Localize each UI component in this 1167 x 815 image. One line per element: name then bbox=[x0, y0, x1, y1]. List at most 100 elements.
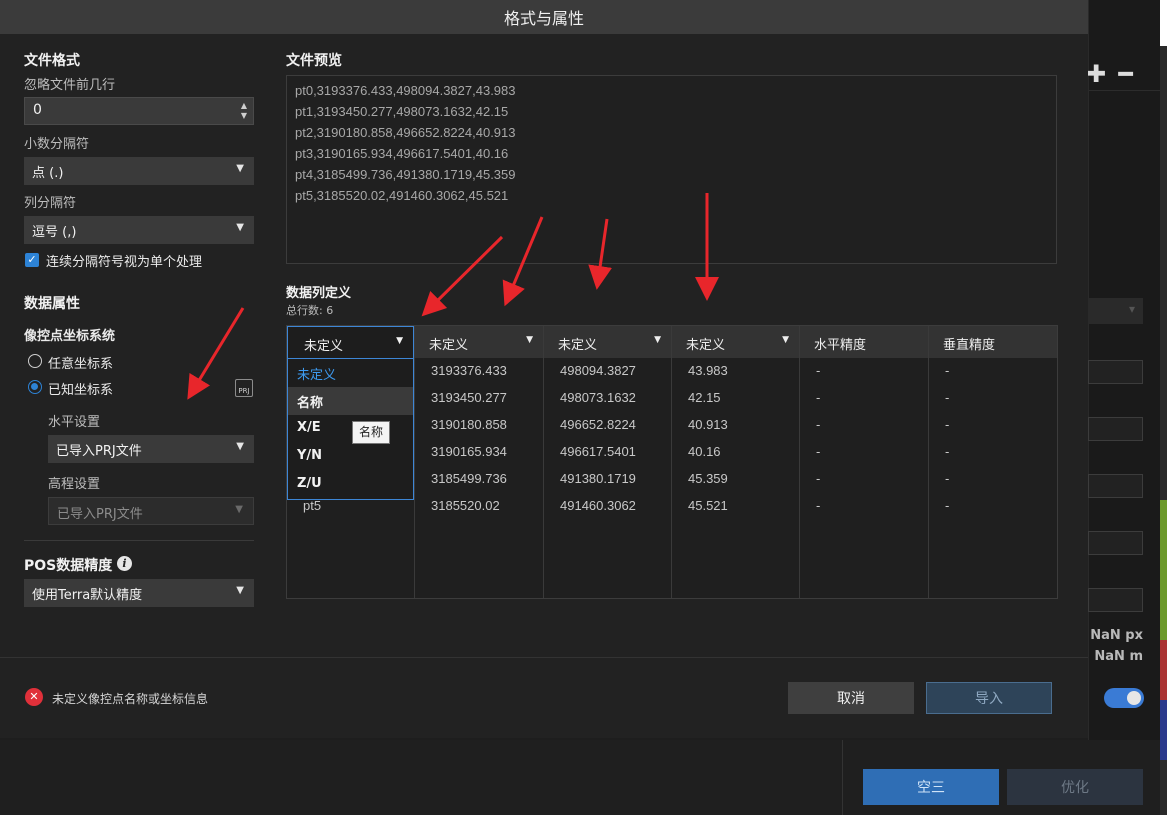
radio-known-crs-label: 已知坐标系 bbox=[48, 383, 114, 398]
radio-known-crs[interactable] bbox=[28, 380, 42, 394]
panel-field[interactable] bbox=[1088, 474, 1143, 498]
column-type-select-2[interactable]: 未定义 ▼ bbox=[544, 326, 671, 358]
grid-cell: - bbox=[816, 471, 821, 486]
format-properties-dialog: 格式与属性 文件格式 忽略文件前几行 0 ▲ ▼ 小数分隔符 点 (.) ▼ 列分… bbox=[0, 0, 1088, 738]
panel-toggle[interactable] bbox=[1104, 688, 1144, 708]
grid-cell: 3190165.934 bbox=[431, 444, 507, 459]
horizontal-settings-label: 水平设置 bbox=[48, 415, 101, 430]
panel-field[interactable] bbox=[1088, 360, 1143, 384]
column-type-value: 未定义 bbox=[429, 338, 469, 353]
column-type-select-3[interactable]: 未定义 ▼ bbox=[672, 326, 799, 358]
edge-strip bbox=[1160, 0, 1167, 815]
panel-field[interactable] bbox=[1088, 417, 1143, 441]
column-type-dropdown[interactable]: 未定义 ▼ 未定义 名称 X/E Y/N Z/U bbox=[287, 326, 414, 500]
radio-any-crs-label: 任意坐标系 bbox=[48, 357, 114, 372]
footer-divider bbox=[0, 657, 1088, 658]
column-type-select-1[interactable]: 未定义 ▼ bbox=[415, 326, 543, 358]
dialog-title: 格式与属性 bbox=[0, 0, 1088, 34]
file-preview-title: 文件预览 bbox=[286, 53, 342, 69]
crs-label: 像控点坐标系统 bbox=[24, 329, 116, 344]
grid-cell: 3193450.277 bbox=[431, 390, 507, 405]
stepper-icon[interactable]: ▲ ▼ bbox=[241, 101, 247, 121]
dropdown-option-x[interactable]: X/E bbox=[288, 415, 413, 443]
grid-cell: - bbox=[816, 390, 821, 405]
dropdown-option-z[interactable]: Z/U bbox=[288, 471, 413, 499]
column-header-label: 垂直精度 bbox=[943, 338, 996, 353]
grid-cell: 491460.3062 bbox=[560, 498, 636, 513]
grid-column-2: 未定义 ▼ 498094.3827 498073.1632 496652.822… bbox=[544, 326, 672, 598]
grid-cell: - bbox=[945, 444, 950, 459]
info-icon[interactable]: i bbox=[117, 556, 132, 571]
horizontal-settings-select[interactable]: 已导入PRJ文件 ▼ bbox=[48, 435, 254, 463]
caret-down-icon: ▼ bbox=[654, 335, 661, 345]
preview-line: pt5,3185520.02,491460.3062,45.521 bbox=[295, 188, 509, 203]
optimize-button[interactable]: 优化 bbox=[1007, 769, 1143, 805]
row-count: 总行数: 6 bbox=[286, 304, 334, 317]
dropdown-option-name[interactable]: 名称 bbox=[288, 387, 413, 415]
grid-cell: 45.359 bbox=[688, 471, 728, 486]
grid-column-3: 未定义 ▼ 43.983 42.15 40.913 40.16 45.359 4… bbox=[672, 326, 800, 598]
skip-lines-input[interactable]: 0 ▲ ▼ bbox=[24, 97, 254, 125]
grid-cell: pt5 bbox=[303, 498, 322, 513]
column-type-select-0[interactable]: 未定义 ▼ bbox=[288, 327, 413, 359]
grid-cell: 498094.3827 bbox=[560, 363, 636, 378]
preview-line: pt4,3185499.736,491380.1719,45.359 bbox=[295, 167, 516, 182]
grid-cell: 43.983 bbox=[688, 363, 728, 378]
grid-cell: 3190180.858 bbox=[431, 417, 507, 432]
data-properties-title: 数据属性 bbox=[24, 296, 80, 312]
grid-cell: - bbox=[816, 417, 821, 432]
nan-m-readout: NaN m bbox=[1094, 649, 1143, 664]
grid-cell: - bbox=[816, 498, 821, 513]
grid-cell: - bbox=[945, 417, 950, 432]
column-header-label: 水平精度 bbox=[814, 338, 867, 353]
preview-line: pt0,3193376.433,498094.3827,43.983 bbox=[295, 83, 516, 98]
caret-down-icon: ▼ bbox=[236, 222, 244, 233]
grid-cell: 496617.5401 bbox=[560, 444, 636, 459]
file-format-title: 文件格式 bbox=[24, 53, 80, 69]
vertical-settings-label: 高程设置 bbox=[48, 477, 101, 492]
preview-line: pt3,3190165.934,496617.5401,40.16 bbox=[295, 146, 509, 161]
panel-divider bbox=[1089, 90, 1167, 91]
radio-any-crs[interactable] bbox=[28, 354, 42, 368]
error-icon: ✕ bbox=[25, 688, 43, 706]
nan-px-readout: NaN px bbox=[1090, 628, 1143, 643]
grid-cell: - bbox=[816, 363, 821, 378]
merge-separators-checkbox[interactable]: ✓ bbox=[25, 253, 39, 267]
grid-cell: - bbox=[816, 444, 821, 459]
dropdown-option-y[interactable]: Y/N bbox=[288, 443, 413, 471]
aerial-triangulation-button[interactable]: 空三 bbox=[863, 769, 999, 805]
pos-precision-select[interactable]: 使用Terra默认精度 ▼ bbox=[24, 579, 254, 607]
caret-down-icon: ▼ bbox=[235, 504, 243, 515]
vertical-settings-value: 已导入PRJ文件 bbox=[57, 507, 143, 522]
column-definition-title: 数据列定义 bbox=[286, 286, 352, 301]
grid-column-5: 垂直精度 - - - - - - bbox=[929, 326, 1057, 598]
skip-lines-value: 0 bbox=[33, 102, 42, 118]
skip-lines-label: 忽略文件前几行 bbox=[24, 78, 116, 93]
panel-field[interactable] bbox=[1088, 531, 1143, 555]
import-button[interactable]: 导入 bbox=[926, 682, 1052, 714]
decimal-separator-select[interactable]: 点 (.) ▼ bbox=[24, 157, 254, 185]
decimal-separator-value: 点 (.) bbox=[32, 166, 64, 181]
column-type-value: 未定义 bbox=[304, 339, 344, 354]
grid-cell: 498073.1632 bbox=[560, 390, 636, 405]
import-prj-icon[interactable]: PRJ bbox=[235, 379, 253, 397]
panel-select[interactable] bbox=[1088, 298, 1143, 324]
preview-line: pt1,3193450.277,498073.1632,42.15 bbox=[295, 104, 509, 119]
column-separator-select[interactable]: 逗号 (,) ▼ bbox=[24, 216, 254, 244]
zoom-controls[interactable]: ✚ ━ bbox=[1086, 60, 1135, 88]
grid-cell: 42.15 bbox=[688, 390, 721, 405]
vertical-settings-select: 已导入PRJ文件 ▼ bbox=[48, 497, 254, 525]
column-separator-label: 列分隔符 bbox=[24, 196, 77, 211]
error-message: 未定义像控点名称或坐标信息 bbox=[52, 692, 209, 706]
cancel-button[interactable]: 取消 bbox=[788, 682, 914, 714]
column-header-vertical-precision: 垂直精度 bbox=[929, 326, 1057, 358]
preview-line: pt2,3190180.858,496652.8224,40.913 bbox=[295, 125, 516, 140]
file-preview-box: pt0,3193376.433,498094.3827,43.983 pt1,3… bbox=[286, 75, 1057, 264]
panel-field[interactable] bbox=[1088, 588, 1143, 612]
grid-cell: 491380.1719 bbox=[560, 471, 636, 486]
dropdown-option-undefined[interactable]: 未定义 bbox=[288, 359, 413, 387]
grid-cell: 496652.8224 bbox=[560, 417, 636, 432]
caret-down-icon: ▼ bbox=[396, 336, 403, 346]
grid-cell: 3185499.736 bbox=[431, 471, 507, 486]
grid-cell: - bbox=[945, 390, 950, 405]
